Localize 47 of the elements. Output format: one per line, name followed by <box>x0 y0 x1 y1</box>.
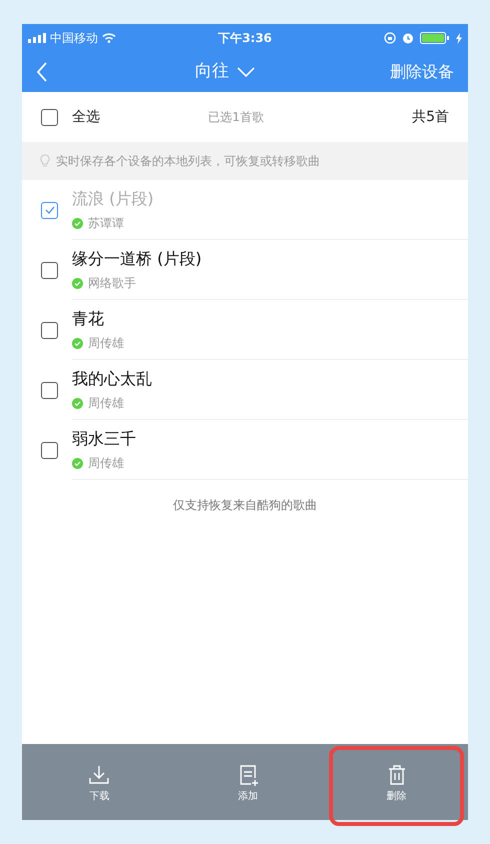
downloaded-check-icon <box>72 458 83 468</box>
signal-icon <box>28 33 46 43</box>
song-row[interactable]: 弱水三千 周传雄 <box>22 420 468 480</box>
footer-note: 仅支持恢复来自酷狗的歌曲 <box>173 497 317 514</box>
song-row[interactable]: 流浪 (片段) 苏谭谭 <box>22 180 468 240</box>
song-title: 弱水三千 <box>72 428 137 450</box>
artist-name: 网络歌手 <box>88 275 136 292</box>
song-row[interactable]: 缘分一道桥 (片段) 网络歌手 <box>22 240 468 300</box>
lightbulb-icon <box>40 154 50 168</box>
artist-name: 周传雄 <box>88 455 124 472</box>
check-icon <box>44 206 54 214</box>
selection-count: 已选1首歌 <box>208 109 264 126</box>
downloaded-check-icon <box>72 278 83 288</box>
artist-name: 周传雄 <box>88 335 124 352</box>
total-count: 共5首 <box>412 108 449 126</box>
toolbar-button[interactable]: 添加 <box>180 746 316 826</box>
downloaded-check-icon <box>72 398 83 408</box>
song-title: 青花 <box>72 308 105 330</box>
downloaded-check-icon <box>72 338 83 348</box>
toolbar-button[interactable]: 删除 <box>329 746 464 826</box>
charging-icon <box>456 32 462 44</box>
checkbox[interactable] <box>41 202 58 218</box>
checkbox[interactable] <box>41 262 58 278</box>
tip-text: 实时保存各个设备的本地列表，可恢复或转移歌曲 <box>56 153 320 170</box>
song-row[interactable]: 青花 周传雄 <box>22 300 468 360</box>
battery-icon <box>420 32 450 44</box>
chevron-down-icon <box>237 67 255 77</box>
checkbox[interactable] <box>41 108 58 126</box>
song-title: 流浪 (片段) <box>72 188 155 210</box>
device-title-dropdown[interactable]: 向往 <box>195 59 255 85</box>
back-icon <box>36 62 48 82</box>
downloaded-check-icon <box>72 218 83 228</box>
song-title: 缘分一道桥 (片段) <box>72 248 203 270</box>
song-row[interactable]: 我的心太乱 周传雄 <box>22 360 468 420</box>
select-all-label: 全选 <box>72 108 100 126</box>
toolbar-button[interactable]: 下载 <box>32 746 167 826</box>
checkbox[interactable] <box>41 322 58 338</box>
status-time: 下午3:36 <box>218 30 272 47</box>
wifi-icon <box>102 33 116 43</box>
artist-name: 苏谭谭 <box>88 215 124 232</box>
delete-device-button[interactable]: 删除设备 <box>390 60 454 84</box>
song-title: 我的心太乱 <box>72 368 153 390</box>
checkbox[interactable] <box>41 442 58 458</box>
checkbox[interactable] <box>41 382 58 398</box>
carrier-name: 中国移动 <box>50 30 98 47</box>
alarm-icon <box>402 32 414 44</box>
artist-name: 周传雄 <box>88 395 124 412</box>
